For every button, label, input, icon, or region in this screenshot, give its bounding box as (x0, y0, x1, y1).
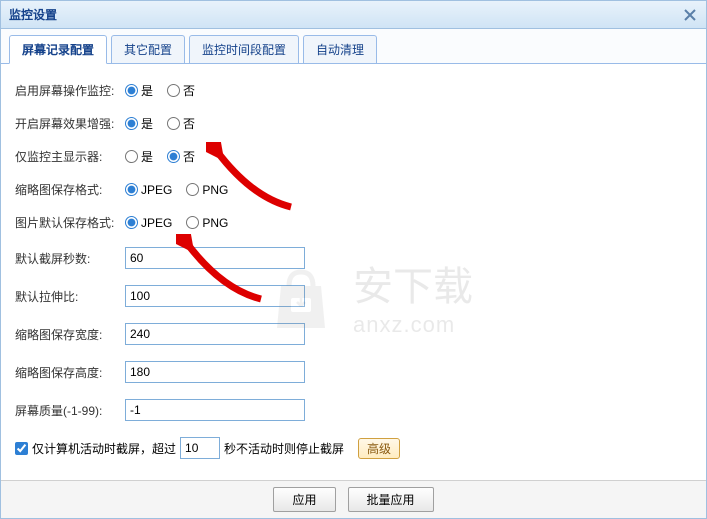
row-quality: 屏幕质量(-1-99): (15, 399, 692, 421)
activity-prefix: 仅计算机活动时截屏，超过 (32, 440, 176, 457)
close-icon (683, 8, 697, 22)
row-default-format: 图片默认保存格式: JPEG PNG (15, 214, 692, 231)
row-enable-monitor: 启用屏幕操作监控: 是 否 (15, 82, 692, 99)
label-thumb-height: 缩略图保存高度: (15, 364, 125, 381)
label-enable-monitor: 启用屏幕操作监控: (15, 82, 125, 99)
radio-enhance-yes[interactable]: 是 (125, 115, 153, 132)
tab-time-range[interactable]: 监控时间段配置 (189, 35, 299, 63)
tab-screen-record[interactable]: 屏幕记录配置 (9, 35, 107, 64)
label-thumb-width: 缩略图保存宽度: (15, 326, 125, 343)
input-activity-seconds[interactable] (180, 437, 220, 459)
row-thumb-height: 缩略图保存高度: (15, 361, 692, 383)
row-activity: 仅计算机活动时截屏，超过 秒不活动时则停止截屏 高级 (15, 437, 692, 459)
tab-auto-clean[interactable]: 自动清理 (303, 35, 377, 63)
row-enhance: 开启屏幕效果增强: 是 否 (15, 115, 692, 132)
label-thumb-format: 缩略图保存格式: (15, 181, 125, 198)
row-main-display: 仅监控主显示器: 是 否 (15, 148, 692, 165)
input-thumb-height[interactable] (125, 361, 305, 383)
label-quality: 屏幕质量(-1-99): (15, 402, 125, 419)
activity-suffix: 秒不活动时则停止截屏 (224, 440, 344, 457)
footer: 应用 批量应用 (1, 480, 706, 518)
radio-enable-no[interactable]: 否 (167, 82, 195, 99)
label-stretch: 默认拉伸比: (15, 288, 125, 305)
row-thumb-format: 缩略图保存格式: JPEG PNG (15, 181, 692, 198)
batch-apply-button[interactable]: 批量应用 (348, 487, 434, 512)
label-main-display: 仅监控主显示器: (15, 148, 125, 165)
input-quality[interactable] (125, 399, 305, 421)
row-stretch: 默认拉伸比: (15, 285, 692, 307)
radio-group-enable-monitor: 是 否 (125, 82, 195, 99)
titlebar: 监控设置 (1, 1, 706, 29)
tab-other[interactable]: 其它配置 (111, 35, 185, 63)
apply-button[interactable]: 应用 (273, 487, 335, 512)
close-button[interactable] (680, 5, 700, 25)
radio-thumb-png[interactable]: PNG (186, 183, 228, 197)
input-stretch[interactable] (125, 285, 305, 307)
advanced-button[interactable]: 高级 (358, 438, 400, 459)
radio-group-enhance: 是 否 (125, 115, 195, 132)
radio-group-default-format: JPEG PNG (125, 216, 228, 230)
label-enhance: 开启屏幕效果增强: (15, 115, 125, 132)
radio-main-yes[interactable]: 是 (125, 148, 153, 165)
checkbox-activity[interactable] (15, 442, 28, 455)
label-default-format: 图片默认保存格式: (15, 214, 125, 231)
window-title: 监控设置 (9, 6, 57, 23)
settings-window: 监控设置 屏幕记录配置 其它配置 监控时间段配置 自动清理 启用屏幕操作监控: … (0, 0, 707, 519)
radio-default-jpeg[interactable]: JPEG (125, 216, 172, 230)
radio-default-png[interactable]: PNG (186, 216, 228, 230)
row-seconds: 默认截屏秒数: (15, 247, 692, 269)
tab-content: 启用屏幕操作监控: 是 否 开启屏幕效果增强: 是 否 仅监控主显示器: 是 否… (1, 64, 706, 483)
radio-thumb-jpeg[interactable]: JPEG (125, 183, 172, 197)
radio-group-thumb-format: JPEG PNG (125, 183, 228, 197)
label-seconds: 默认截屏秒数: (15, 250, 125, 267)
input-seconds[interactable] (125, 247, 305, 269)
radio-enhance-no[interactable]: 否 (167, 115, 195, 132)
radio-group-main-display: 是 否 (125, 148, 195, 165)
radio-enable-yes[interactable]: 是 (125, 82, 153, 99)
tabs: 屏幕记录配置 其它配置 监控时间段配置 自动清理 (1, 29, 706, 64)
radio-main-no[interactable]: 否 (167, 148, 195, 165)
row-thumb-width: 缩略图保存宽度: (15, 323, 692, 345)
input-thumb-width[interactable] (125, 323, 305, 345)
